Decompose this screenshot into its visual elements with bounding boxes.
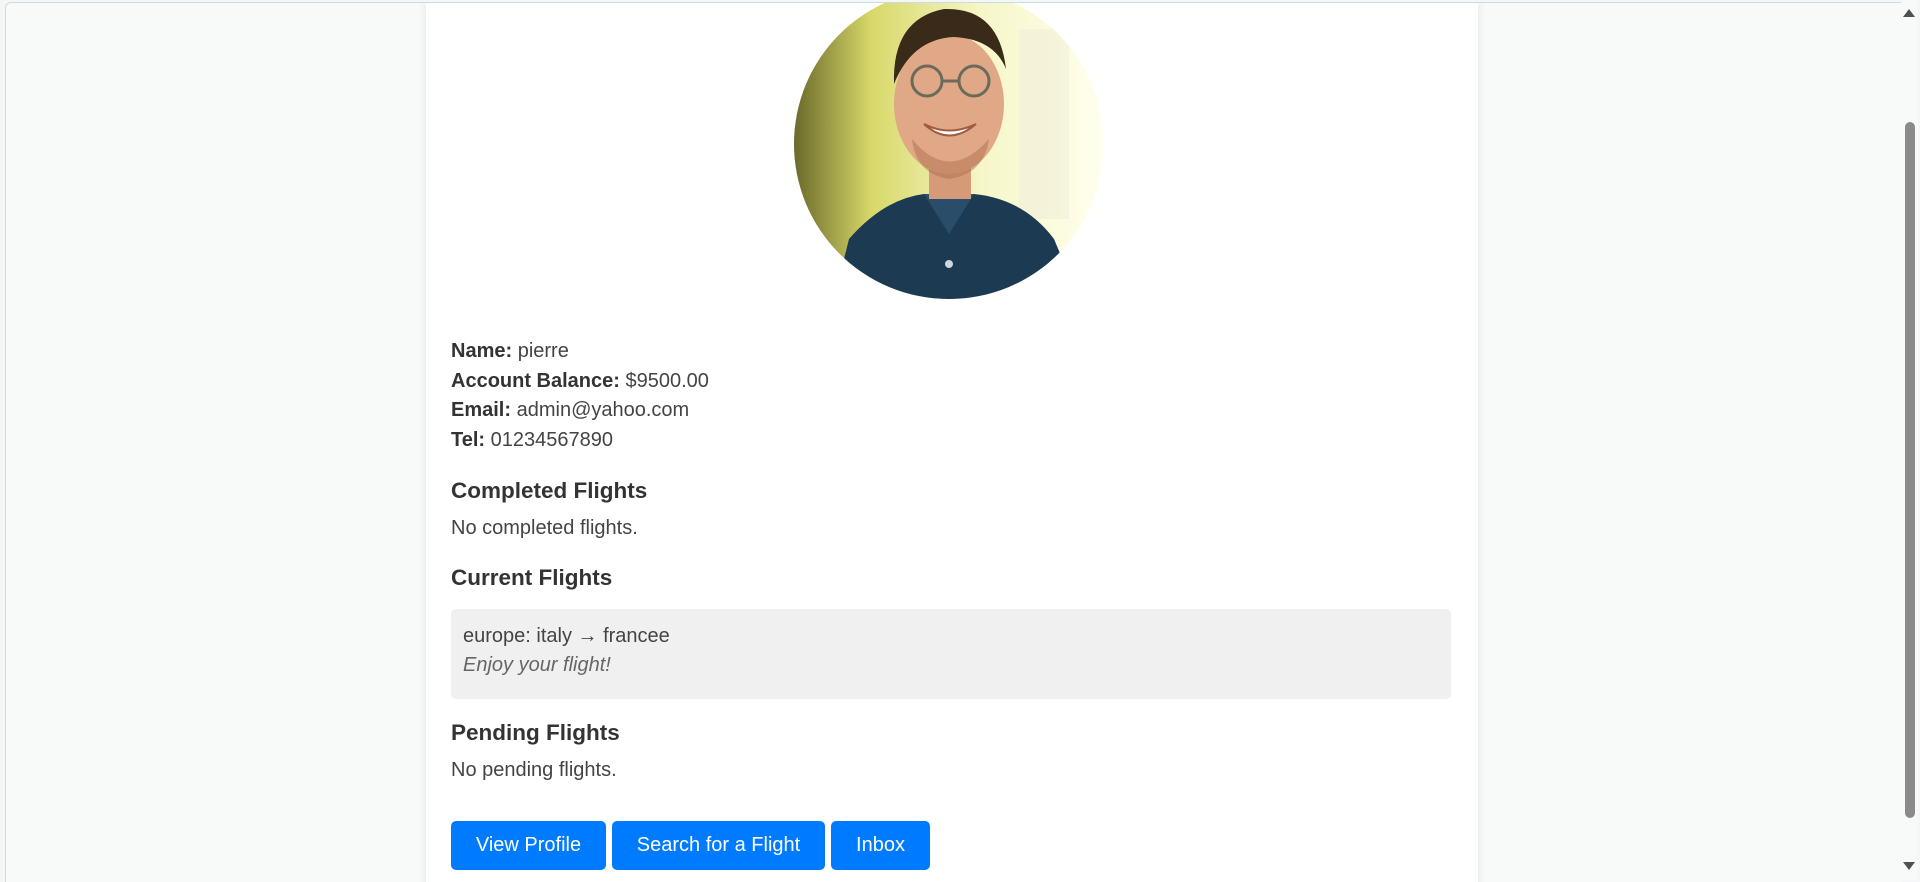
pending-flights-title: Pending Flights	[451, 720, 620, 745]
pending-flights-empty: No pending flights.	[451, 759, 617, 781]
balance-label: Account Balance:	[451, 369, 620, 392]
name-row: Name: pierre	[451, 337, 709, 367]
scroll-thumb[interactable]	[1905, 122, 1915, 818]
vertical-scrollbar[interactable]	[1901, 0, 1918, 881]
name-label: Name:	[451, 340, 513, 362]
balance-value: $9500.00	[625, 369, 709, 392]
balance-row: Account Balance: $9500.00	[451, 367, 709, 397]
profile-avatar	[794, 3, 1104, 299]
view-profile-button[interactable]: View Profile	[451, 821, 606, 870]
completed-flights-empty: No completed flights.	[451, 517, 638, 539]
tel-label: Tel:	[451, 428, 486, 451]
tel-value: 01234567890	[490, 428, 613, 451]
profile-info: Name: pierre Account Balance: $9500.00 E…	[451, 337, 709, 455]
email-label: Email:	[451, 399, 512, 421]
scroll-up-icon[interactable]	[1903, 9, 1915, 17]
email-value: admin@yahoo.com	[516, 399, 690, 421]
current-flight-item: europe: italy → francee Enjoy your fligh…	[451, 609, 1451, 699]
current-flights-title: Current Flights	[451, 565, 613, 590]
search-flight-button[interactable]: Search for a Flight	[612, 821, 825, 870]
completed-flights-title: Completed Flights	[451, 478, 648, 503]
scroll-down-icon[interactable]	[1903, 862, 1915, 870]
flight-note: Enjoy your flight!	[463, 654, 611, 676]
inbox-button[interactable]: Inbox	[831, 821, 930, 870]
flight-route: europe: italy → francee	[463, 625, 670, 647]
tel-row: Tel: 01234567890	[451, 426, 709, 456]
dashboard-card: Name: pierre Account Balance: $9500.00 E…	[426, 3, 1478, 882]
email-row: Email: admin@yahoo.com	[451, 396, 709, 426]
browser-viewport: Name: pierre Account Balance: $9500.00 E…	[5, 2, 1902, 882]
name-value: pierre	[517, 340, 569, 362]
